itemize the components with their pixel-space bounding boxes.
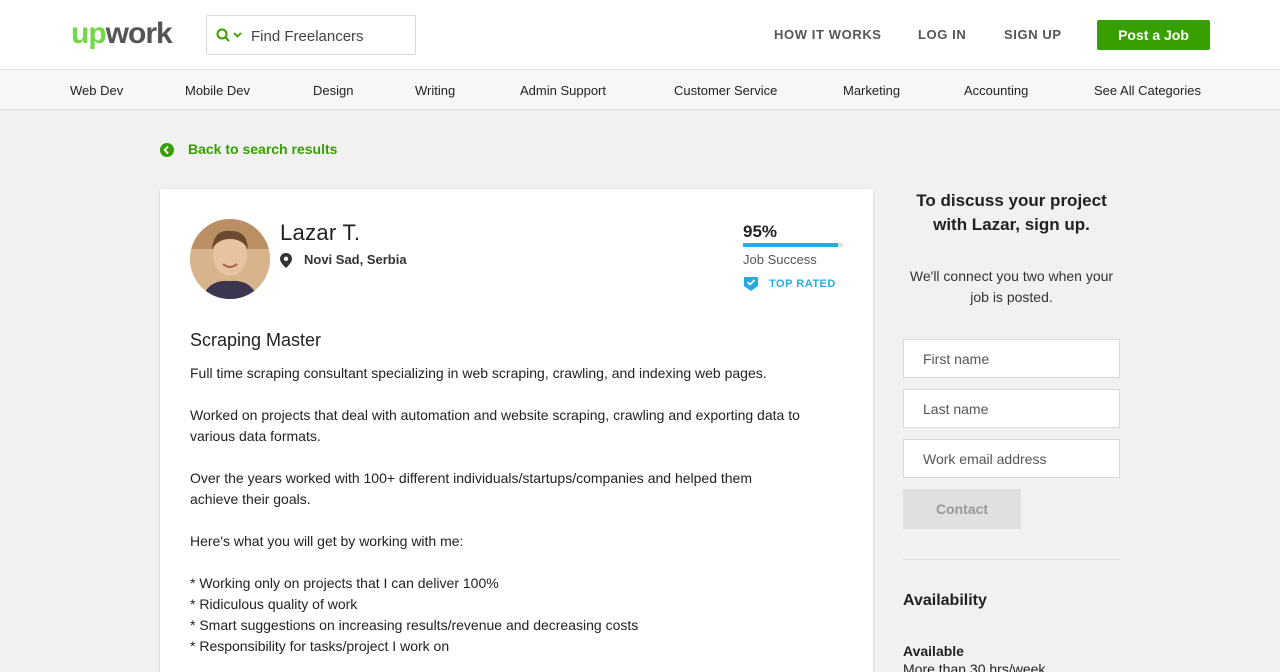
freelancer-name: Lazar T. <box>280 220 361 245</box>
category-marketing[interactable]: Marketing <box>843 83 900 98</box>
description-paragraph: Full time scraping consultant specializi… <box>190 365 767 381</box>
category-accounting[interactable]: Accounting <box>964 83 1028 98</box>
description-paragraph: Over the years worked with 100+ differen… <box>190 470 753 507</box>
signup-heading: To discuss your project with Lazar, sign… <box>916 191 1107 234</box>
category-design[interactable]: Design <box>313 83 353 98</box>
divider <box>903 559 1120 560</box>
profile-description: Full time scraping consultant specializi… <box>190 363 800 657</box>
search-box[interactable] <box>206 15 416 55</box>
last-name-input[interactable] <box>923 399 1113 419</box>
job-success-percent: 95% <box>743 222 778 241</box>
contact-button[interactable]: Contact <box>903 489 1021 529</box>
category-web-dev[interactable]: Web Dev <box>70 83 123 98</box>
description-bullet: * Responsibility for tasks/project I wor… <box>190 638 450 654</box>
first-name-field[interactable] <box>903 339 1120 378</box>
back-arrow-icon[interactable] <box>160 143 174 157</box>
description-bullet: * Ridiculous quality of work <box>190 596 358 612</box>
job-success-bar <box>743 243 843 247</box>
sign-up-link[interactable]: SIGN UP <box>1004 27 1062 42</box>
profile-card: Lazar T. Novi Sad, Serbia 95% Job Succes… <box>160 189 873 672</box>
availability-heading: Availability <box>903 592 987 609</box>
top-rated-text: TOP RATED <box>769 278 836 290</box>
search-input[interactable] <box>251 25 411 47</box>
category-see-all[interactable]: See All Categories <box>1094 83 1201 98</box>
description-bullet: * Smart suggestions on increasing result… <box>190 617 639 633</box>
description-bullet: * Working only on projects that I can de… <box>190 575 499 591</box>
location-text: Novi Sad, Serbia <box>304 252 407 267</box>
logo-up: up <box>71 17 107 50</box>
log-in-link[interactable]: LOG IN <box>918 27 966 42</box>
back-link-text[interactable]: Back to search results <box>188 141 337 157</box>
category-mobile-dev[interactable]: Mobile Dev <box>185 83 250 98</box>
job-success-label: Job Success <box>743 252 817 267</box>
top-navbar: upwork HOW IT WORKS LOG IN SIGN UP Post … <box>0 0 1280 70</box>
location-pin-icon <box>280 253 292 273</box>
signup-subtext: We'll connect you two when your job is p… <box>909 268 1114 305</box>
logo-work: work <box>105 17 173 50</box>
description-paragraph: Worked on projects that deal with automa… <box>190 407 800 444</box>
upwork-logo[interactable]: upwork <box>71 17 173 51</box>
work-email-field[interactable] <box>903 439 1120 478</box>
first-name-input[interactable] <box>923 349 1113 369</box>
top-rated-badge-icon <box>743 276 759 297</box>
description-paragraph: Here's what you will get by working with… <box>190 533 464 549</box>
profile-title: Scraping Master <box>190 330 322 350</box>
work-email-input[interactable] <box>923 449 1113 469</box>
chevron-down-icon <box>233 32 242 38</box>
category-writing[interactable]: Writing <box>415 83 455 98</box>
category-admin-support[interactable]: Admin Support <box>520 83 606 98</box>
job-success-bar-fill <box>743 243 838 247</box>
availability-status: Available <box>903 643 964 659</box>
last-name-field[interactable] <box>903 389 1120 428</box>
how-it-works-link[interactable]: HOW IT WORKS <box>774 27 882 42</box>
signup-sidebar: To discuss your project with Lazar, sign… <box>903 189 1120 672</box>
category-nav: Web Dev Mobile Dev Design Writing Admin … <box>0 70 1280 110</box>
post-a-job-button[interactable]: Post a Job <box>1097 20 1210 50</box>
category-customer-service[interactable]: Customer Service <box>674 83 777 98</box>
avatar <box>190 219 270 299</box>
search-icon[interactable] <box>216 28 246 44</box>
availability-detail: More than 30 hrs/week <box>903 661 1046 672</box>
